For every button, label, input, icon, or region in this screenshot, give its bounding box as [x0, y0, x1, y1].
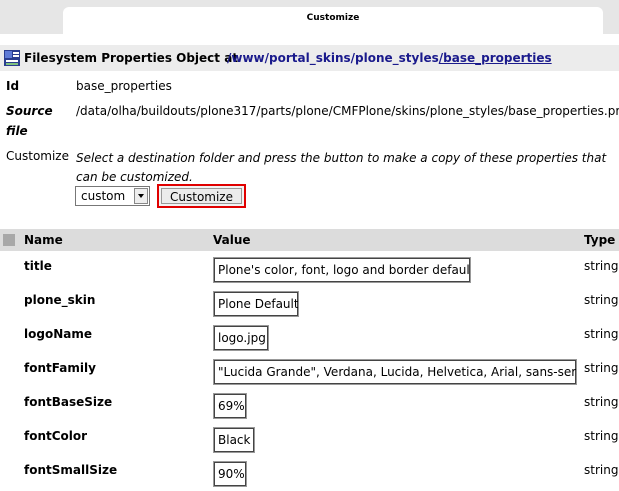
id-label: Id	[6, 79, 20, 93]
property-value-input[interactable]: "Lucida Grande", Verdana, Lucida, Helvet…	[213, 359, 577, 385]
destination-folder-select[interactable]: custom	[75, 186, 150, 206]
property-value-input[interactable]: Black	[213, 427, 255, 453]
customize-label: Customize	[6, 149, 69, 163]
filesystem-object-icon	[4, 50, 20, 66]
property-type: string	[584, 293, 619, 307]
breadcrumb-link-www[interactable]: /www	[227, 51, 265, 65]
source-file-value: /data/olha/buildouts/plone317/parts/plon…	[76, 104, 619, 118]
property-value-input[interactable]: Plone's color, font, logo and border def…	[213, 257, 471, 283]
breadcrumb: /www/portal_skins/plone_styles/base_prop…	[227, 45, 552, 71]
property-type: string	[584, 327, 619, 341]
property-value-input[interactable]: Plone Default	[213, 291, 299, 317]
tab-customize[interactable]: Customize	[63, 7, 603, 34]
property-name: fontColor	[24, 429, 88, 443]
property-name: title	[24, 259, 52, 273]
table-row: plone_skin Plone Default string	[0, 287, 619, 321]
column-header-name: Name	[24, 233, 63, 247]
property-value-input[interactable]: 69%	[213, 393, 247, 419]
property-type: string	[584, 395, 619, 409]
object-title: Filesystem Properties Object at	[24, 51, 239, 65]
customize-button[interactable]: Customize	[157, 184, 246, 208]
property-name: fontFamily	[24, 361, 96, 375]
property-value-input[interactable]: logo.jpg	[213, 325, 269, 351]
object-header: Filesystem Properties Object at /www/por…	[0, 45, 619, 71]
property-type: string	[584, 463, 619, 477]
id-value: base_properties	[76, 79, 172, 93]
table-row: fontFamily "Lucida Grande", Verdana, Luc…	[0, 355, 619, 389]
property-type: string	[584, 361, 619, 375]
property-name: plone_skin	[24, 293, 96, 307]
property-name: logoName	[24, 327, 92, 341]
table-row: fontColor Black string	[0, 423, 619, 457]
property-name: fontSmallSize	[24, 463, 118, 477]
window-top-bar: Customize	[0, 0, 619, 34]
source-label-line2: file	[6, 124, 28, 138]
customize-description: Select a destination folder and press th…	[76, 151, 607, 184]
properties-table-header: Name Value Type	[0, 229, 619, 251]
property-type: string	[584, 429, 619, 443]
table-row: title Plone's color, font, logo and bord…	[0, 253, 619, 287]
breadcrumb-link-portal-skins[interactable]: /portal_skins	[265, 51, 351, 65]
table-row: fontBaseSize 69% string	[0, 389, 619, 423]
property-name: fontBaseSize	[24, 395, 113, 409]
source-label: Source	[6, 104, 53, 118]
breadcrumb-link-plone-styles[interactable]: /plone_styles	[351, 51, 439, 65]
column-header-value: Value	[213, 233, 251, 247]
column-header-type: Type	[584, 233, 616, 247]
chevron-down-icon[interactable]	[134, 188, 148, 204]
customize-button-label: Customize	[161, 188, 242, 204]
table-row: fontSmallSize 90% string	[0, 457, 619, 491]
property-type: string	[584, 259, 619, 273]
destination-folder-value: custom	[81, 189, 126, 203]
breadcrumb-link-base-properties[interactable]: /base_properties	[439, 51, 552, 65]
property-value-input[interactable]: 90%	[213, 461, 247, 487]
table-row: logoName logo.jpg string	[0, 321, 619, 355]
